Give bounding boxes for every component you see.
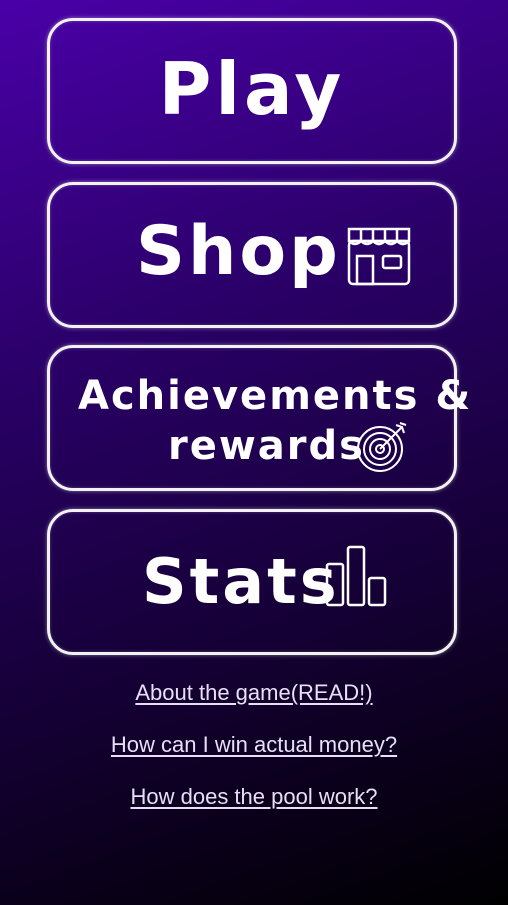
bar-chart-icon [324,544,388,612]
pool-info-link[interactable]: How does the pool work? [0,783,508,811]
storefront-icon [345,225,413,291]
achievements-label-line2: rewards [168,423,365,469]
about-game-link[interactable]: About the game(READ!) [0,679,508,707]
achievements-button[interactable]: Achievements & rewards [47,345,470,491]
achievements-label-line1: Achievements & [78,373,473,419]
shop-label: Shop [136,212,341,291]
shop-button[interactable]: Shop [47,182,457,328]
stats-label: Stats [142,545,340,618]
play-label: Play [158,47,346,131]
stats-button[interactable]: Stats [47,509,457,655]
win-money-link[interactable]: How can I win actual money? [0,731,508,759]
play-button[interactable]: Play [47,18,457,164]
target-arrow-icon [356,421,408,477]
